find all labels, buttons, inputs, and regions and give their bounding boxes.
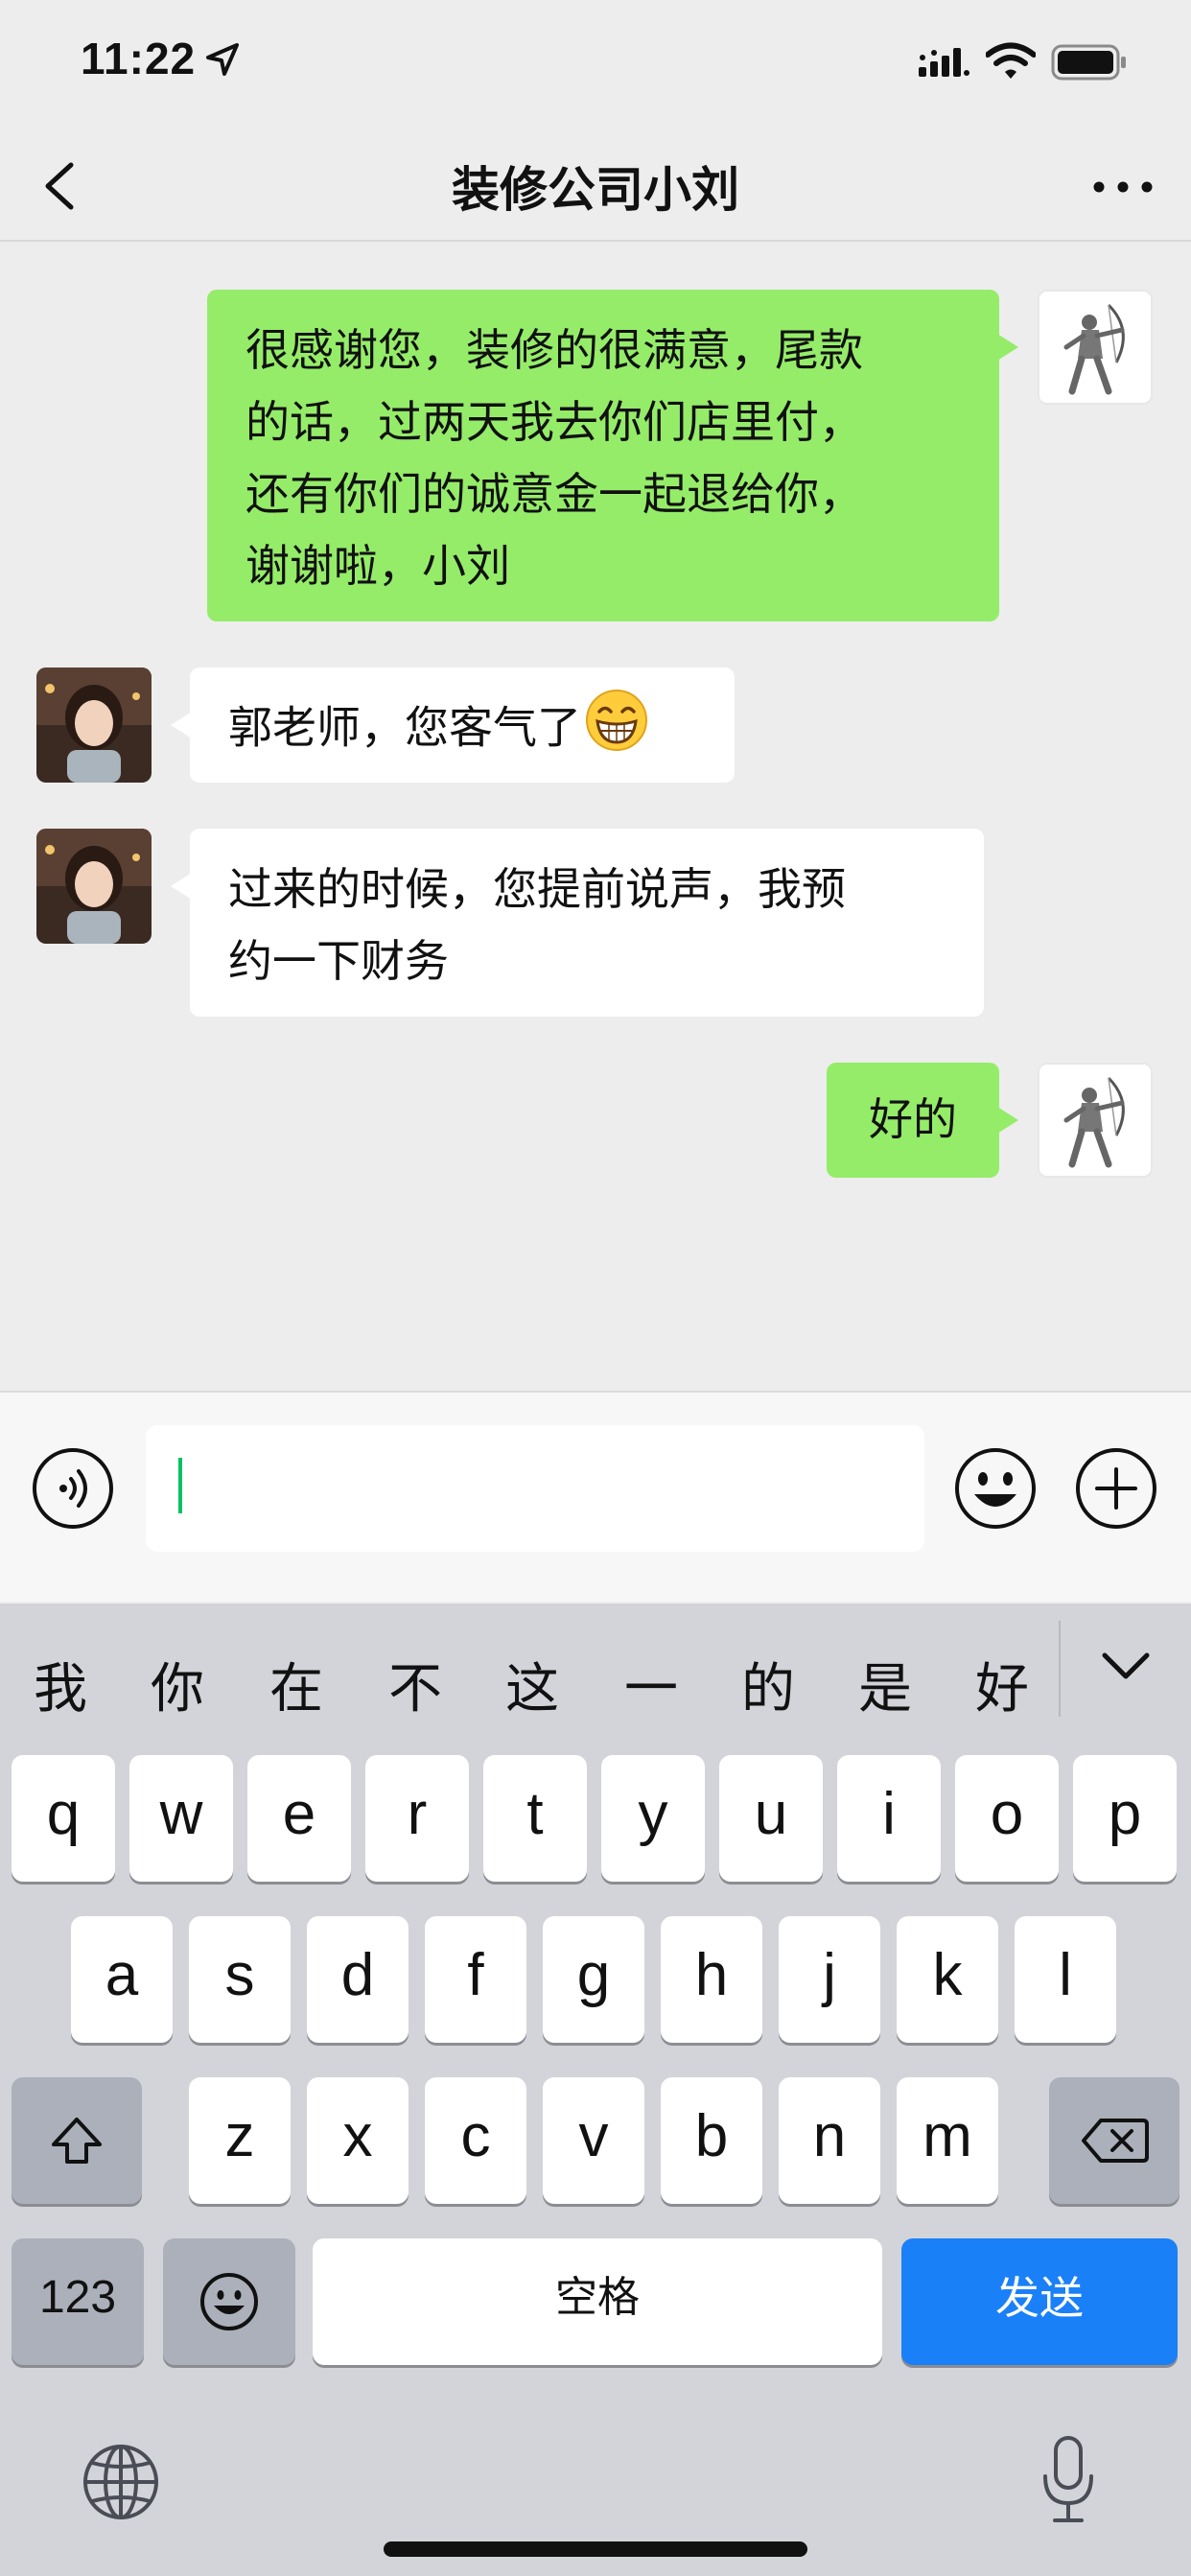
candidate-word[interactable]: 在 [263,1646,330,1723]
key-m[interactable]: m [897,2077,998,2204]
key-l[interactable]: l [1015,1916,1116,2043]
more-functions-button[interactable] [1074,1446,1158,1531]
girl-portrait-avatar-icon [36,829,152,944]
candidate-word[interactable]: 的 [735,1646,802,1723]
location-arrow-icon [205,42,240,81]
emoji-button[interactable] [953,1446,1038,1531]
message-bubble-incoming[interactable]: 过来的时候，您提前说声，我预 约一下财务 [171,829,984,1017]
delete-key[interactable] [1049,2077,1179,2204]
send-key[interactable]: 发送 [901,2238,1178,2365]
key-x[interactable]: x [307,2077,409,2204]
key-h[interactable]: h [661,1916,762,2043]
key-g[interactable]: g [543,1916,644,2043]
wifi-icon [985,42,1037,84]
key-u[interactable]: u [719,1755,823,1882]
key-f[interactable]: f [425,1916,526,2043]
switch-keyboard-button[interactable] [81,2442,161,2522]
key-b[interactable]: b [661,2077,762,2204]
key-q[interactable]: q [12,1755,115,1882]
key-n[interactable]: n [779,2077,880,2204]
key-r[interactable]: r [365,1755,469,1882]
key-o[interactable]: o [955,1755,1059,1882]
chat-title: 装修公司小刘 [452,162,739,218]
message-line: 的话，过两天我去你们店里付， [245,396,863,448]
voice-input-button[interactable] [31,1446,115,1531]
key-v[interactable]: v [543,2077,644,2204]
status-time: 11:22 [81,34,197,83]
status-bar: 11:22 [0,0,1191,134]
smiley-icon [200,2273,258,2330]
candidate-bar: 我 你 在 不 这 一 的 是 好 [0,1604,1191,1747]
message-bubble-incoming[interactable]: 郭老师，您客气了 [171,667,735,783]
numbers-key[interactable]: 123 [12,2238,144,2365]
key-d[interactable]: d [307,1916,409,2043]
grinning-face-emoji-icon [585,689,648,773]
space-key[interactable]: 空格 [313,2238,882,2365]
globe-icon [83,2445,158,2519]
key-a[interactable]: a [71,1916,173,2043]
key-w[interactable]: w [129,1755,233,1882]
shift-arrow-icon [52,2118,102,2164]
key-t[interactable]: t [483,1755,587,1882]
chat-header: 装修公司小刘 [0,134,1191,242]
message-text: 好的 [869,1093,957,1145]
emoji-keyboard-key[interactable] [163,2238,295,2365]
key-e[interactable]: e [247,1755,351,1882]
candidate-word[interactable]: 好 [969,1646,1036,1723]
message-bubble-outgoing[interactable]: 很感谢您，装修的很满意，尾款 的话，过两天我去你们店里付， 还有你们的诚意金一起… [207,290,1018,621]
message-input[interactable] [146,1425,924,1552]
key-y[interactable]: y [601,1755,705,1882]
shift-key[interactable] [12,2077,142,2204]
keyboard: 我 你 在 不 这 一 的 是 好 q w e r t y u i o p a … [0,1604,1191,2576]
message-line: 过来的时候，您提前说声，我预 [228,863,846,915]
my-avatar[interactable] [1038,1063,1153,1178]
girl-portrait-avatar-icon [36,667,152,783]
cellular-signal-icon [919,48,970,81]
key-j[interactable]: j [779,1916,880,2043]
input-bar [0,1391,1191,1602]
message-list[interactable]: 很感谢您，装修的很满意，尾款 的话，过两天我去你们店里付， 还有你们的诚意金一起… [0,244,1191,1389]
archer-avatar-icon [1039,1065,1151,1176]
contact-avatar[interactable] [36,829,152,944]
candidate-word[interactable]: 是 [852,1646,919,1723]
plus-circle-icon [1076,1448,1156,1529]
key-p[interactable]: p [1073,1755,1177,1882]
candidate-word[interactable]: 我 [27,1646,94,1723]
battery-icon [1051,44,1128,84]
voice-icon [33,1448,113,1529]
contact-avatar[interactable] [36,667,152,783]
key-s[interactable]: s [189,1916,291,2043]
message-text: 郭老师，您客气了 [228,701,581,754]
message-bubble-outgoing[interactable]: 好的 [827,1063,1018,1178]
archer-avatar-icon [1039,292,1151,403]
message-line: 约一下财务 [228,935,449,987]
text-caret [178,1458,182,1513]
candidate-word[interactable]: 你 [144,1646,211,1723]
key-k[interactable]: k [897,1916,998,2043]
candidate-word[interactable]: 一 [618,1646,685,1723]
message-line: 很感谢您，装修的很满意，尾款 [245,324,863,376]
message-line: 谢谢啦，小刘 [245,540,510,592]
candidate-word[interactable]: 这 [499,1646,566,1723]
dictation-button[interactable] [1039,2434,1097,2526]
candidate-word[interactable]: 不 [382,1646,449,1723]
candidate-divider [1059,1621,1061,1717]
more-options-button[interactable] [1089,173,1156,201]
message-line: 还有你们的诚意金一起退给你， [245,468,863,520]
backspace-icon [1082,2119,1149,2163]
microphone-icon [1043,2436,1093,2522]
collapse-candidates-button[interactable] [1099,1648,1153,1690]
ellipsis-icon [1093,181,1153,193]
smiley-icon [955,1448,1036,1529]
chevron-down-icon [1102,1652,1150,1679]
my-avatar[interactable] [1038,290,1153,405]
key-z[interactable]: z [189,2077,291,2204]
key-c[interactable]: c [425,2077,526,2204]
home-indicator[interactable] [384,2541,807,2557]
key-i[interactable]: i [837,1755,941,1882]
